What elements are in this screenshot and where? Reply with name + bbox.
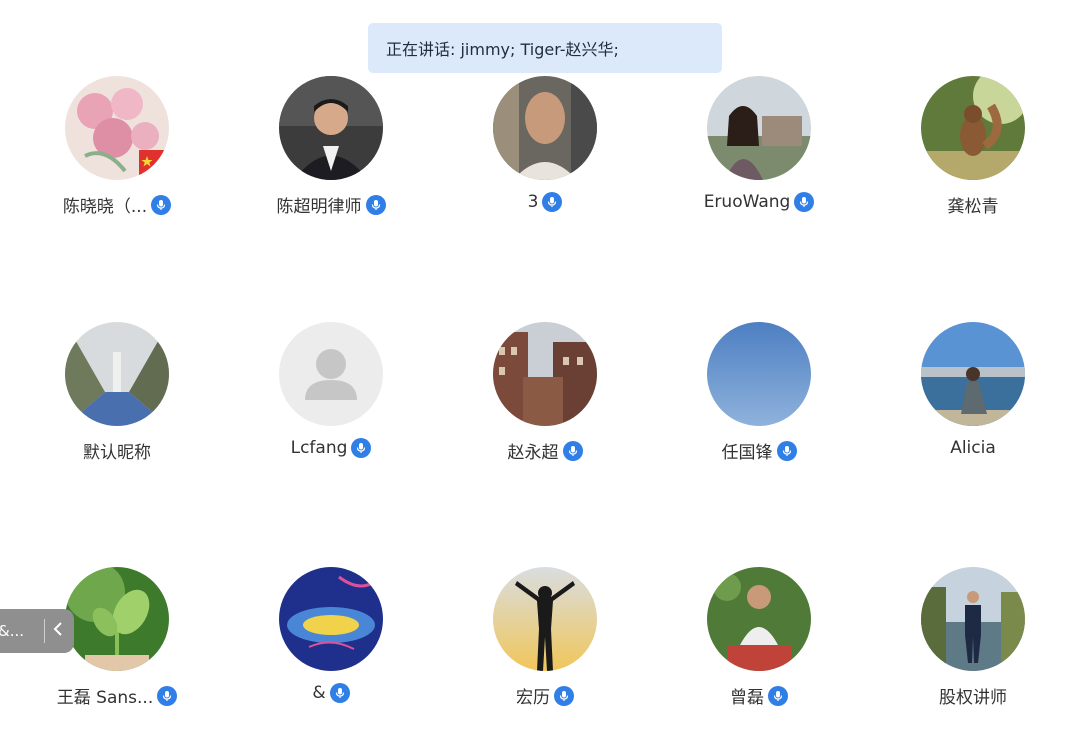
participant-tile[interactable]: 默认昵称 xyxy=(10,322,224,472)
microphone-icon xyxy=(776,440,797,461)
side-tab-divider xyxy=(44,619,45,643)
participant-name-row: Lcfang xyxy=(291,438,372,458)
participant-name: 宏历 xyxy=(516,688,550,708)
microphone-icon xyxy=(554,685,574,706)
microphone-icon xyxy=(151,194,172,215)
participant-grid: 陈晓晓（... 陈超明律师 3 EruoWang 龚松青默认昵称 Lcfang 赵永超 任国锋… xyxy=(0,0,1080,742)
participant-tile[interactable]: 陈晓晓（... xyxy=(10,76,224,226)
participant-name-row: 赵永超 xyxy=(508,438,583,463)
chevron-left-icon[interactable] xyxy=(53,621,63,641)
participant-avatar xyxy=(65,76,169,180)
participant-tile[interactable]: 龚松青 xyxy=(866,76,1080,226)
participant-name-row: EruoWang xyxy=(704,192,815,212)
microphone-icon xyxy=(351,438,372,458)
participant-name-row: 宏历 xyxy=(516,683,574,708)
participant-name-row: 王磊 Sans... xyxy=(56,683,178,708)
microphone-icon xyxy=(794,192,815,212)
participant-tile[interactable]: 赵永超 xyxy=(438,322,652,472)
default-avatar-icon xyxy=(279,322,383,426)
participant-tile[interactable]: & xyxy=(224,567,438,717)
participant-avatar xyxy=(707,567,811,671)
collapsed-side-panel-tab[interactable]: &... xyxy=(0,609,74,653)
participant-name-row: & xyxy=(312,683,350,703)
participant-tile[interactable]: 3 xyxy=(438,76,652,226)
participant-tile[interactable]: 股权讲师 xyxy=(866,567,1080,717)
participant-avatar xyxy=(279,76,383,180)
participant-name: EruoWang xyxy=(703,192,791,212)
participant-name: 股权讲师 xyxy=(939,688,1007,708)
participant-tile[interactable]: 任国锋 xyxy=(652,322,866,472)
participant-name: 王磊 Sans... xyxy=(56,688,154,708)
participant-name: 3 xyxy=(527,192,539,212)
participant-name-row: 曾磊 xyxy=(730,683,788,708)
side-tab-label: &... xyxy=(0,622,25,640)
microphone-icon xyxy=(365,194,386,215)
participant-name: 默认昵称 xyxy=(83,443,151,463)
participant-tile[interactable]: EruoWang xyxy=(652,76,866,226)
participant-name: Alicia xyxy=(950,438,996,458)
participant-avatar xyxy=(921,76,1025,180)
microphone-icon xyxy=(157,685,178,706)
participant-name-row: 陈晓晓（... xyxy=(62,192,172,217)
participant-name: 任国锋 xyxy=(721,443,773,463)
participant-avatar xyxy=(921,567,1025,671)
participant-name-row: 龚松青 xyxy=(948,192,999,217)
participant-name-row: 任国锋 xyxy=(722,438,797,463)
participant-name: 曾磊 xyxy=(730,688,764,708)
participant-tile[interactable]: Alicia xyxy=(866,322,1080,472)
participant-avatar xyxy=(707,76,811,180)
participant-name-row: 股权讲师 xyxy=(939,683,1007,708)
microphone-icon xyxy=(768,685,788,706)
participant-name: 龚松青 xyxy=(947,197,999,217)
microphone-icon xyxy=(562,440,583,461)
participant-avatar xyxy=(493,322,597,426)
participant-name-row: 陈超明律师 xyxy=(277,192,386,217)
participant-tile[interactable]: 陈超明律师 xyxy=(224,76,438,226)
participant-avatar xyxy=(279,567,383,671)
participant-tile[interactable]: Lcfang xyxy=(224,322,438,472)
participant-avatar xyxy=(707,322,811,426)
participant-avatar xyxy=(493,567,597,671)
participant-name: 陈晓晓（... xyxy=(62,197,148,217)
participant-avatar xyxy=(493,76,597,180)
participant-avatar xyxy=(65,567,169,671)
flag-badge-icon xyxy=(139,150,169,180)
participant-avatar xyxy=(921,322,1025,426)
participant-name-row: Alicia xyxy=(950,438,996,458)
participant-tile[interactable]: 曾磊 xyxy=(652,567,866,717)
participant-tile[interactable]: 宏历 xyxy=(438,567,652,717)
microphone-icon xyxy=(329,683,350,703)
participant-name-row: 3 xyxy=(528,192,563,212)
participant-name: 赵永超 xyxy=(507,443,559,463)
participant-avatar xyxy=(65,322,169,426)
microphone-icon xyxy=(542,192,563,212)
participant-name: 陈超明律师 xyxy=(276,197,362,217)
participant-name-row: 默认昵称 xyxy=(83,438,151,463)
participant-name: Lcfang xyxy=(290,438,348,458)
participant-name: & xyxy=(312,683,326,703)
